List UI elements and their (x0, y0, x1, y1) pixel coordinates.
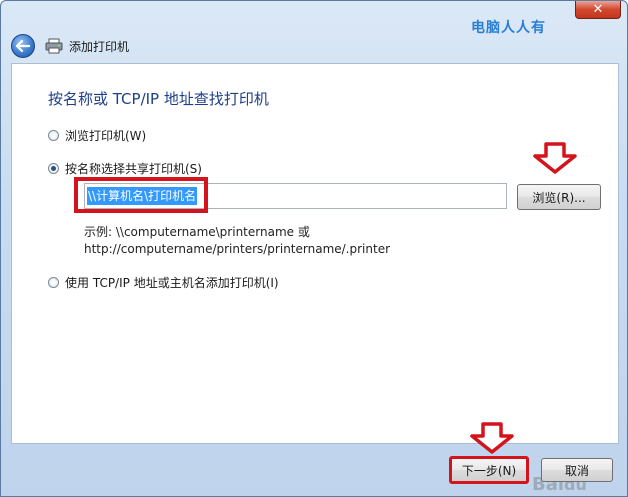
add-printer-window: ✕ 电脑人人有 添加打印机 按名称或 TCP/IP 地址查找打印机 浏览打印机(… (0, 0, 628, 497)
wizard-content: 按名称或 TCP/IP 地址查找打印机 浏览打印机(W) 按名称选择共享打印机(… (11, 63, 619, 495)
page-heading: 按名称或 TCP/IP 地址查找打印机 (48, 90, 269, 108)
wizard-title: 添加打印机 (69, 39, 130, 54)
wizard-header: 添加打印机 (1, 29, 627, 63)
example-line: 示例: \\computername\printername 或 (84, 225, 310, 239)
option-tcpip-printer[interactable]: 使用 TCP/IP 地址或主机名添加打印机(I) (48, 274, 279, 291)
option-label: 使用 TCP/IP 地址或主机名添加打印机(I) (65, 276, 279, 290)
cancel-button[interactable]: 取消 (541, 458, 613, 482)
browse-button[interactable]: 浏览(R)... (517, 184, 601, 210)
next-button[interactable]: 下一步(N) (449, 456, 529, 484)
back-arrow-icon (16, 40, 30, 52)
down-arrow-annotation-icon (470, 422, 514, 454)
example-line: http://computername/printers/printername… (84, 242, 391, 256)
radio-button-selected[interactable] (48, 163, 59, 174)
wizard-footer: 下一步(N) 取消 (1, 422, 627, 496)
option-label: 浏览打印机(W) (65, 129, 147, 143)
option-browse-printer[interactable]: 浏览打印机(W) (48, 127, 146, 144)
option-label: 按名称选择共享打印机(S) (65, 162, 202, 176)
printer-icon (45, 38, 63, 54)
close-button[interactable]: ✕ (575, 1, 621, 19)
highlight-box (74, 177, 208, 213)
example-hint: 示例: \\computername\printername 或 http://… (84, 224, 390, 258)
close-icon: ✕ (592, 2, 604, 17)
radio-button[interactable] (48, 130, 59, 141)
back-button[interactable] (11, 34, 35, 58)
down-arrow-annotation-icon (533, 142, 577, 174)
option-select-shared-printer[interactable]: 按名称选择共享打印机(S) (48, 160, 202, 177)
radio-button[interactable] (48, 277, 59, 288)
